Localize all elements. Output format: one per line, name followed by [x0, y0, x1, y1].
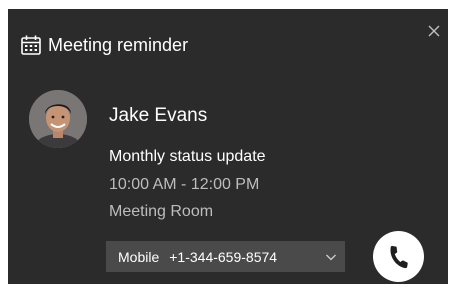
phone-number: +1-344-659-8574	[169, 248, 278, 265]
contact-name: Jake Evans	[109, 105, 208, 126]
meeting-time: 10:00 AM - 12:00 PM	[109, 176, 260, 193]
close-button[interactable]	[426, 23, 442, 39]
call-button[interactable]	[373, 231, 424, 282]
close-icon[interactable]	[426, 23, 442, 39]
meeting-subject: Monthly status update	[109, 148, 266, 165]
meeting-location: Meeting Room	[109, 203, 214, 220]
avatar	[29, 90, 87, 148]
meeting-reminder-card: Meeting reminder Jake Evans Monthly stat…	[8, 9, 448, 284]
reminder-title: Meeting reminder	[48, 34, 189, 55]
phone-number-dropdown[interactable]: Mobile +1-344-659-8574	[106, 241, 345, 272]
phone-icon	[389, 245, 408, 268]
calendar-icon	[20, 34, 42, 56]
reminder-header: Meeting reminder	[20, 34, 188, 56]
chevron-down-icon	[325, 250, 337, 262]
phone-type-label: Mobile	[118, 248, 160, 265]
